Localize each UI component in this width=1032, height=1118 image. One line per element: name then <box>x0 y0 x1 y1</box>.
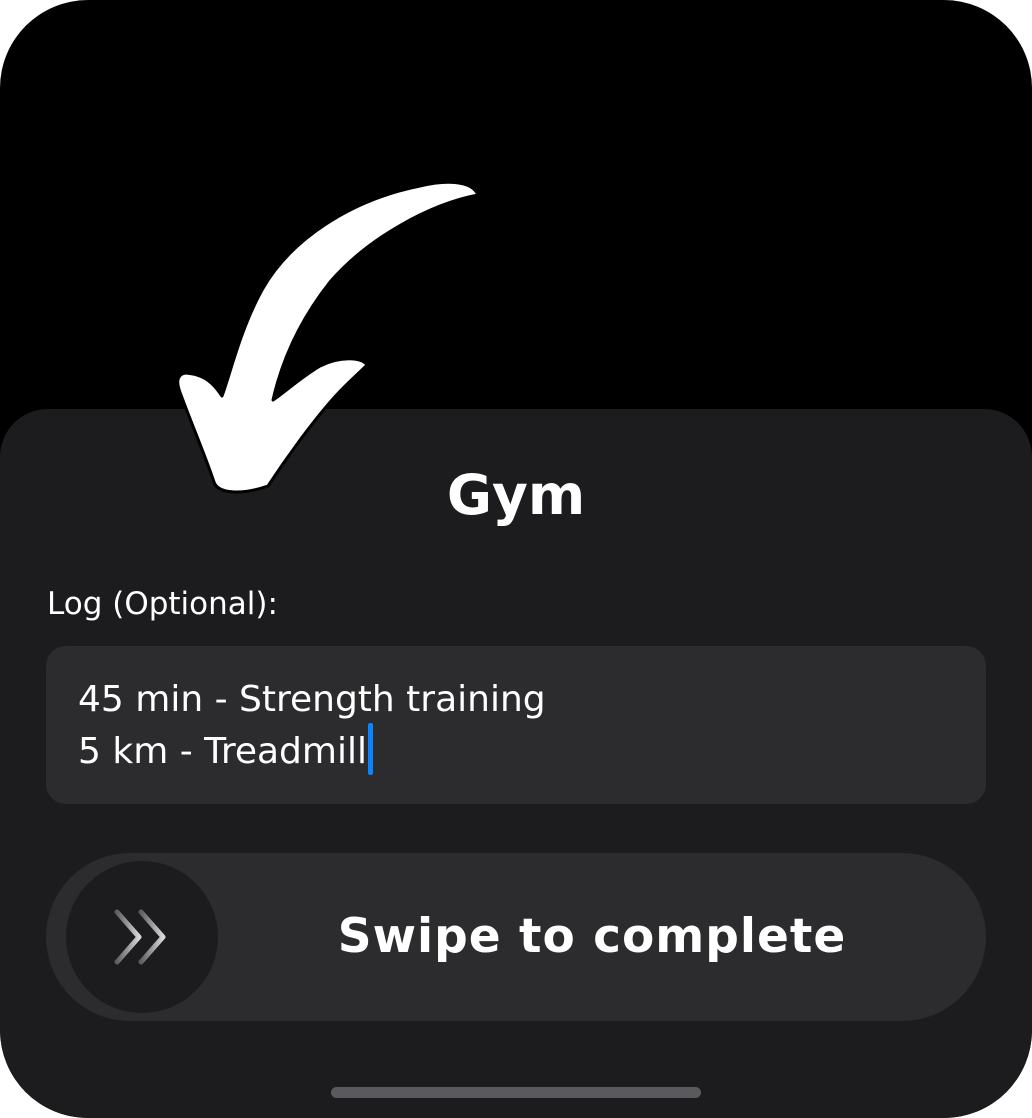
swipe-label: Swipe to complete <box>337 909 847 964</box>
home-indicator[interactable] <box>331 1087 701 1098</box>
sheet-title: Gym <box>446 463 586 527</box>
swipe-knob[interactable] <box>66 861 218 1013</box>
phone-screen: Gym Log (Optional): 45 min - Strength tr… <box>0 0 1032 1118</box>
log-label: Log (Optional): <box>47 586 278 622</box>
text-caret <box>367 723 373 775</box>
log-text-field[interactable]: 45 min - Strength training 5 km - Treadm… <box>46 646 986 804</box>
log-line-2-wrap: 5 km - Treadmill <box>78 723 954 775</box>
log-line-2: 5 km - Treadmill <box>78 731 367 772</box>
double-chevron-right-icon <box>114 909 166 965</box>
swipe-to-complete-slider[interactable]: Swipe to complete <box>46 853 986 1021</box>
log-line-1: 45 min - Strength training <box>78 679 546 720</box>
